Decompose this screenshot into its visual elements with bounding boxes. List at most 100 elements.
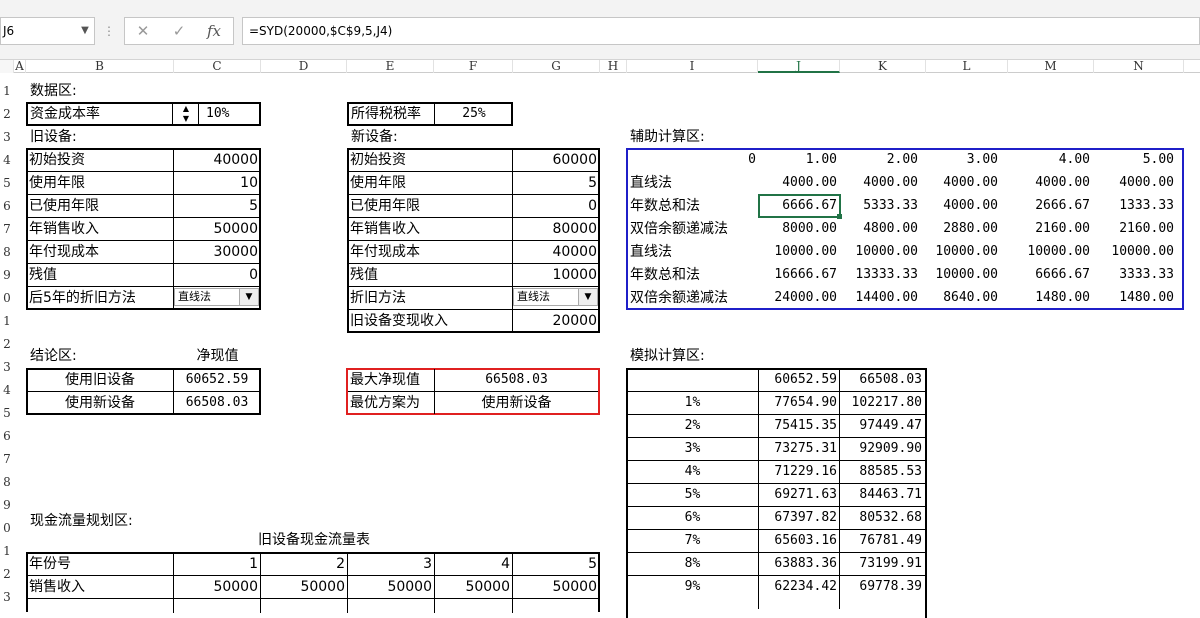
aux-value-cell[interactable]: 2880.00 — [926, 219, 998, 239]
sim-rate-cell[interactable] — [627, 370, 758, 390]
aux-value-cell[interactable]: 1333.33 — [1094, 196, 1174, 216]
row-header[interactable]: 7 — [0, 449, 14, 469]
tax-rate-value[interactable]: 25% — [436, 104, 512, 124]
formula-input[interactable]: =SYD(20000,$C$9,5,J4) — [242, 17, 1200, 45]
year-cell[interactable]: 3 — [348, 554, 432, 574]
column-header[interactable]: D — [261, 60, 347, 73]
sim-old-cell[interactable]: 75415.35 — [759, 416, 837, 436]
aux-header-cell[interactable]: 1.00 — [758, 150, 837, 170]
aux-value-cell[interactable]: 10000.00 — [926, 265, 998, 285]
year-cell[interactable]: 1 — [174, 554, 258, 574]
new-value[interactable]: 60000 — [513, 150, 597, 170]
aux-value-cell[interactable]: 24000.00 — [758, 288, 837, 308]
aux-value-cell[interactable]: 4800.00 — [840, 219, 918, 239]
sim-old-cell[interactable]: 65603.16 — [759, 531, 837, 551]
column-header[interactable]: G — [513, 60, 600, 73]
row-header[interactable]: 2 — [0, 564, 14, 584]
aux-value-cell[interactable]: 4000.00 — [1008, 173, 1090, 193]
chevron-down-icon[interactable]: ▼ — [239, 289, 258, 305]
aux-value-cell[interactable]: 10000.00 — [840, 242, 918, 262]
sim-rate-cell[interactable]: 2% — [627, 416, 758, 436]
best-option-value[interactable]: 使用新设备 — [435, 393, 598, 413]
aux-value-cell[interactable]: 4000.00 — [926, 173, 998, 193]
sim-new-cell[interactable]: 80532.68 — [840, 508, 922, 528]
old-value[interactable]: 10 — [174, 173, 258, 193]
column-header[interactable]: M — [1008, 60, 1094, 73]
sim-rate-cell[interactable]: 4% — [627, 462, 758, 482]
spinner-up-icon[interactable]: ▲ — [174, 104, 198, 114]
sim-new-cell[interactable]: 97449.47 — [840, 416, 922, 436]
row-header[interactable]: 3 — [0, 587, 14, 607]
sim-new-cell[interactable]: 102217.80 — [840, 393, 922, 413]
sim-old-cell[interactable]: 77654.90 — [759, 393, 837, 413]
row-header[interactable]: 2 — [0, 334, 14, 354]
salvage-value[interactable]: 20000 — [513, 311, 597, 331]
aux-value-cell[interactable]: 6666.67 — [758, 196, 837, 216]
column-header[interactable]: F — [434, 60, 513, 73]
chevron-down-icon[interactable]: ▼ — [76, 17, 94, 45]
new-value[interactable]: 5 — [513, 173, 597, 193]
new-value[interactable]: 80000 — [513, 219, 597, 239]
sales-cell[interactable]: 50000 — [435, 577, 510, 597]
sim-new-cell[interactable]: 66508.03 — [840, 370, 922, 390]
aux-header-cell[interactable]: 4.00 — [1008, 150, 1090, 170]
old-value[interactable]: 5 — [174, 196, 258, 216]
chevron-down-icon[interactable]: ▼ — [578, 289, 597, 305]
new-method-dropdown[interactable]: 直线法 ▼ — [513, 288, 598, 306]
column-header[interactable]: B — [26, 60, 174, 73]
sim-old-cell[interactable]: 63883.36 — [759, 554, 837, 574]
aux-value-cell[interactable]: 2160.00 — [1094, 219, 1174, 239]
aux-value-cell[interactable]: 4000.00 — [758, 173, 837, 193]
row-header[interactable]: 3 — [0, 357, 14, 377]
more-options-icon[interactable]: ⋮ — [103, 17, 115, 45]
sim-new-cell[interactable]: 73199.91 — [840, 554, 922, 574]
select-all-corner[interactable] — [0, 60, 14, 73]
aux-header-cell[interactable]: 2.00 — [840, 150, 918, 170]
sales-cell[interactable]: 50000 — [261, 577, 345, 597]
row-header[interactable]: 3 — [0, 127, 14, 147]
column-header[interactable]: L — [926, 60, 1008, 73]
sim-rate-cell[interactable]: 8% — [627, 554, 758, 574]
sim-rate-cell[interactable]: 9% — [627, 577, 758, 597]
row-header[interactable]: 4 — [0, 150, 14, 170]
aux-value-cell[interactable]: 10000.00 — [758, 242, 837, 262]
aux-value-cell[interactable]: 16666.67 — [758, 265, 837, 285]
aux-value-cell[interactable]: 8000.00 — [758, 219, 837, 239]
aux-value-cell[interactable]: 10000.00 — [926, 242, 998, 262]
aux-value-cell[interactable]: 1480.00 — [1094, 288, 1174, 308]
old-value[interactable]: 50000 — [174, 219, 258, 239]
row-header[interactable]: 2 — [0, 104, 14, 124]
old-value[interactable]: 0 — [174, 265, 258, 285]
row-header[interactable]: 9 — [0, 495, 14, 515]
spinner-down-icon[interactable]: ▼ — [174, 114, 198, 124]
aux-value-cell[interactable]: 4000.00 — [840, 173, 918, 193]
row-header[interactable]: 0 — [0, 518, 14, 538]
sim-old-cell[interactable]: 69271.63 — [759, 485, 837, 505]
aux-value-cell[interactable]: 8640.00 — [926, 288, 998, 308]
new-value[interactable]: 40000 — [513, 242, 597, 262]
sales-cell[interactable]: 50000 — [513, 577, 597, 597]
column-header-selected[interactable]: J — [758, 60, 840, 73]
npv-old-value[interactable]: 60652.59 — [174, 370, 260, 390]
cost-of-capital-value[interactable]: 10% — [206, 104, 229, 124]
sim-old-cell[interactable]: 71229.16 — [759, 462, 837, 482]
sim-new-cell[interactable]: 76781.49 — [840, 531, 922, 551]
sales-cell[interactable]: 50000 — [174, 577, 258, 597]
column-header[interactable]: K — [840, 60, 926, 73]
aux-header-cell[interactable]: 3.00 — [926, 150, 998, 170]
column-header[interactable]: E — [347, 60, 434, 73]
column-header[interactable]: N — [1094, 60, 1184, 73]
max-npv-value[interactable]: 66508.03 — [435, 370, 598, 390]
row-header[interactable]: 4 — [0, 380, 14, 400]
row-header[interactable]: 5 — [0, 403, 14, 423]
aux-header-cell[interactable]: 5.00 — [1094, 150, 1174, 170]
aux-value-cell[interactable]: 4000.00 — [926, 196, 998, 216]
sim-old-cell[interactable]: 60652.59 — [759, 370, 837, 390]
row-header[interactable]: 0 — [0, 288, 14, 308]
enter-icon[interactable]: ✓ — [164, 18, 194, 44]
row-header[interactable]: 6 — [0, 426, 14, 446]
sim-rate-cell[interactable]: 3% — [627, 439, 758, 459]
aux-value-cell[interactable]: 10000.00 — [1008, 242, 1090, 262]
sim-new-cell[interactable]: 88585.53 — [840, 462, 922, 482]
row-header[interactable]: 7 — [0, 219, 14, 239]
